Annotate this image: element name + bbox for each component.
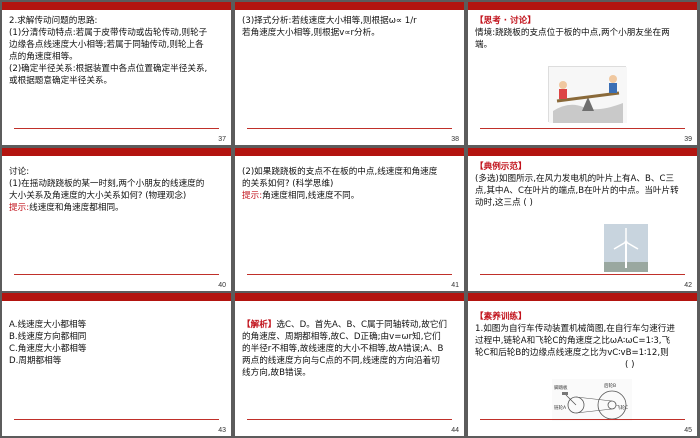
text-line: 2.求解传动问题的思路:	[9, 16, 98, 26]
footer-rule	[14, 128, 219, 129]
text-line: 点的角速度相等。	[9, 52, 78, 62]
text-line: 的关系如何? (科学思维)	[242, 179, 334, 189]
slide-text: 2.求解传动问题的思路: (1)分清传动特点:若属于皮带传动或齿轮传动,则轮子 …	[9, 15, 223, 87]
diagram-label-chainring: 链轮A	[554, 404, 567, 411]
text-line: 边缘各点线速度大小相等;若属于同轴传动,则轮上各	[9, 40, 204, 50]
text-line: 若角速度大小相等,则根据v∝r分析。	[242, 28, 380, 38]
wind-turbine-icon	[604, 224, 648, 272]
footer-rule	[480, 419, 685, 420]
slide-text: (2)如果跷跷板的支点不在板的中点,线速度和角速度 的关系如何? (科学思维) …	[242, 166, 456, 202]
hint-text: 线速度和角速度都相同。	[29, 203, 124, 213]
text-line: (1)在摇动跷跷板的某一时刻,两个小朋友的线速度的	[9, 179, 205, 189]
text-line: (2)如果跷跷板的支点不在板的中点,线速度和角速度	[242, 167, 438, 177]
option-c: C.角速度大小都相等	[9, 344, 87, 354]
hint-line: 提示:线速度和角速度都相同。	[9, 202, 223, 214]
section-heading: 【典例示范】	[475, 162, 527, 172]
text-line: 点,其中A、C在叶片的端点,B在叶片的中点。当叶片转	[475, 186, 679, 196]
slide-text: 【思考 · 讨论】 情境:跷跷板的支点位于板的中点,两个小朋友坐在两 端。	[475, 15, 689, 51]
text-line: 线方向,故B错误。	[242, 368, 311, 378]
hint-label: 提示:	[9, 203, 30, 213]
text-line: (多选)如图所示,在风力发电机的叶片上有A、B、C三	[475, 174, 675, 184]
option-a: A.线速度大小都相等	[9, 320, 87, 330]
analysis-text: 选C、D。首先A、B、C属于同轴转动,故它们	[276, 320, 448, 330]
footer-rule	[14, 419, 219, 420]
text-line: 或根据题意确定半径关系。	[9, 76, 113, 86]
footer-rule	[480, 274, 685, 275]
wind-turbine-illustration	[604, 224, 648, 272]
seesaw-illustration	[548, 66, 627, 123]
text-line: 的角速度、周期都相等,故C、D正确;由v=ωr知,它们	[242, 332, 441, 342]
slide-39[interactable]: 【思考 · 讨论】 情境:跷跷板的支点位于板的中点,两个小朋友坐在两 端。 39	[468, 2, 697, 145]
slide-40[interactable]: 讨论: (1)在摇动跷跷板的某一时刻,两个小朋友的线速度的 大小关系及角速度的大…	[2, 148, 231, 291]
seesaw-icon	[549, 67, 627, 123]
footer-rule	[247, 128, 452, 129]
text-line: 的半径r不相等,故线速度的大小不相等,故A错误;A、B	[242, 344, 444, 354]
bicycle-drive-diagram: 后轮B 脚踏板 链轮A 飞轮C	[552, 379, 632, 421]
footer-rule	[247, 419, 452, 420]
footer-rule	[14, 274, 219, 275]
text-line: 1.如图为自行车传动装置机械简图,在自行车匀速行进	[475, 324, 675, 334]
slide-text: 【素养训练】 1.如图为自行车传动装置机械简图,在自行车匀速行进 过程中,链轮A…	[475, 311, 689, 371]
slide-text: 【典例示范】 (多选)如图所示,在风力发电机的叶片上有A、B、C三 点,其中A、…	[475, 161, 689, 209]
text-line: 【解析】选C、D。首先A、B、C属于同轴转动,故它们	[242, 319, 456, 331]
section-heading: 【素养训练】	[475, 312, 527, 322]
slide-header-bar	[468, 293, 697, 301]
bicycle-gear-icon: 后轮B 脚踏板 链轮A 飞轮C	[554, 382, 628, 420]
option-d: D.周期都相等	[9, 356, 62, 366]
slide-43[interactable]: A.线速度大小都相等 B.线速度方向都相同 C.角速度大小都相等 D.周期都相等…	[2, 293, 231, 436]
slide-number: 38	[451, 136, 459, 143]
slide-header-bar	[468, 148, 697, 156]
slide-header-bar	[2, 148, 231, 156]
text-line: 情境:跷跷板的支点位于板的中点,两个小朋友坐在两	[475, 28, 670, 38]
slide-number: 37	[218, 136, 226, 143]
slide-45[interactable]: 【素养训练】 1.如图为自行车传动装置机械简图,在自行车匀速行进 过程中,链轮A…	[468, 293, 697, 436]
slide-header-bar	[468, 2, 697, 10]
slide-header-bar	[2, 2, 231, 10]
footer-rule	[247, 274, 452, 275]
diagram-label-freewheel: 飞轮C	[616, 404, 628, 411]
slide-number: 41	[451, 282, 459, 289]
text-line: 轮C和后轮B的边缘点线速度之比为vC∶vB=1∶12,则	[475, 348, 669, 358]
text-line: (2)确定半径关系:根据装置中各点位置确定半径关系,	[9, 64, 208, 74]
slide-number: 42	[684, 282, 692, 289]
hint-label: 提示:	[242, 191, 263, 201]
slide-text: 讨论: (1)在摇动跷跷板的某一时刻,两个小朋友的线速度的 大小关系及角速度的大…	[9, 166, 223, 214]
section-heading: 【解析】	[242, 320, 277, 330]
slide-42[interactable]: 【典例示范】 (多选)如图所示,在风力发电机的叶片上有A、B、C三 点,其中A、…	[468, 148, 697, 291]
text-line: 动时,这三点 ( )	[475, 198, 533, 208]
text-line: ( )	[625, 360, 635, 370]
slide-44[interactable]: 【解析】选C、D。首先A、B、C属于同轴转动,故它们 的角速度、周期都相等,故C…	[235, 293, 464, 436]
diagram-label-rear-wheel: 后轮B	[604, 382, 616, 389]
diagram-label-pedal: 脚踏板	[554, 384, 568, 391]
slide-header-bar	[235, 2, 464, 10]
slide-number: 44	[451, 427, 459, 434]
slide-37[interactable]: 2.求解传动问题的思路: (1)分清传动特点:若属于皮带传动或齿轮传动,则轮子 …	[2, 2, 231, 145]
slide-number: 40	[218, 282, 226, 289]
text-line: 大小关系及角速度的大小关系如何? (物理观念)	[9, 191, 187, 201]
slide-number: 43	[218, 427, 226, 434]
text-line: 端。	[475, 40, 493, 50]
slide-number: 45	[684, 427, 692, 434]
slide-number: 39	[684, 136, 692, 143]
text-line: 讨论:	[9, 167, 30, 177]
text-line: 过程中,链轮A和飞轮C的角速度之比ωA∶ωC=1∶3,飞	[475, 336, 671, 346]
option-b: B.线速度方向都相同	[9, 332, 87, 342]
text-line: (1)分清传动特点:若属于皮带传动或齿轮传动,则轮子	[9, 28, 208, 38]
hint-line: 提示:角速度相同,线速度不同。	[242, 190, 456, 202]
slide-text: A.线速度大小都相等 B.线速度方向都相同 C.角速度大小都相等 D.周期都相等	[9, 319, 223, 367]
text-line: (3)择式分析:若线速度大小相等,则根据ω∝ 1/r	[242, 16, 417, 26]
slide-header-bar	[235, 293, 464, 301]
slide-text: 【解析】选C、D。首先A、B、C属于同轴转动,故它们 的角速度、周期都相等,故C…	[242, 319, 456, 379]
text-line: 两点的线速度方向与C点的不同,线速度的方向沿着切	[242, 356, 440, 366]
slide-header-bar	[235, 148, 464, 156]
slide-header-bar	[2, 293, 231, 301]
footer-rule	[480, 128, 685, 129]
section-heading: 【思考 · 讨论】	[475, 16, 536, 26]
slide-38[interactable]: (3)择式分析:若线速度大小相等,则根据ω∝ 1/r 若角速度大小相等,则根据v…	[235, 2, 464, 145]
hint-text: 角速度相同,线速度不同。	[262, 191, 360, 201]
slide-41[interactable]: (2)如果跷跷板的支点不在板的中点,线速度和角速度 的关系如何? (科学思维) …	[235, 148, 464, 291]
slide-text: (3)择式分析:若线速度大小相等,则根据ω∝ 1/r 若角速度大小相等,则根据v…	[242, 15, 456, 39]
